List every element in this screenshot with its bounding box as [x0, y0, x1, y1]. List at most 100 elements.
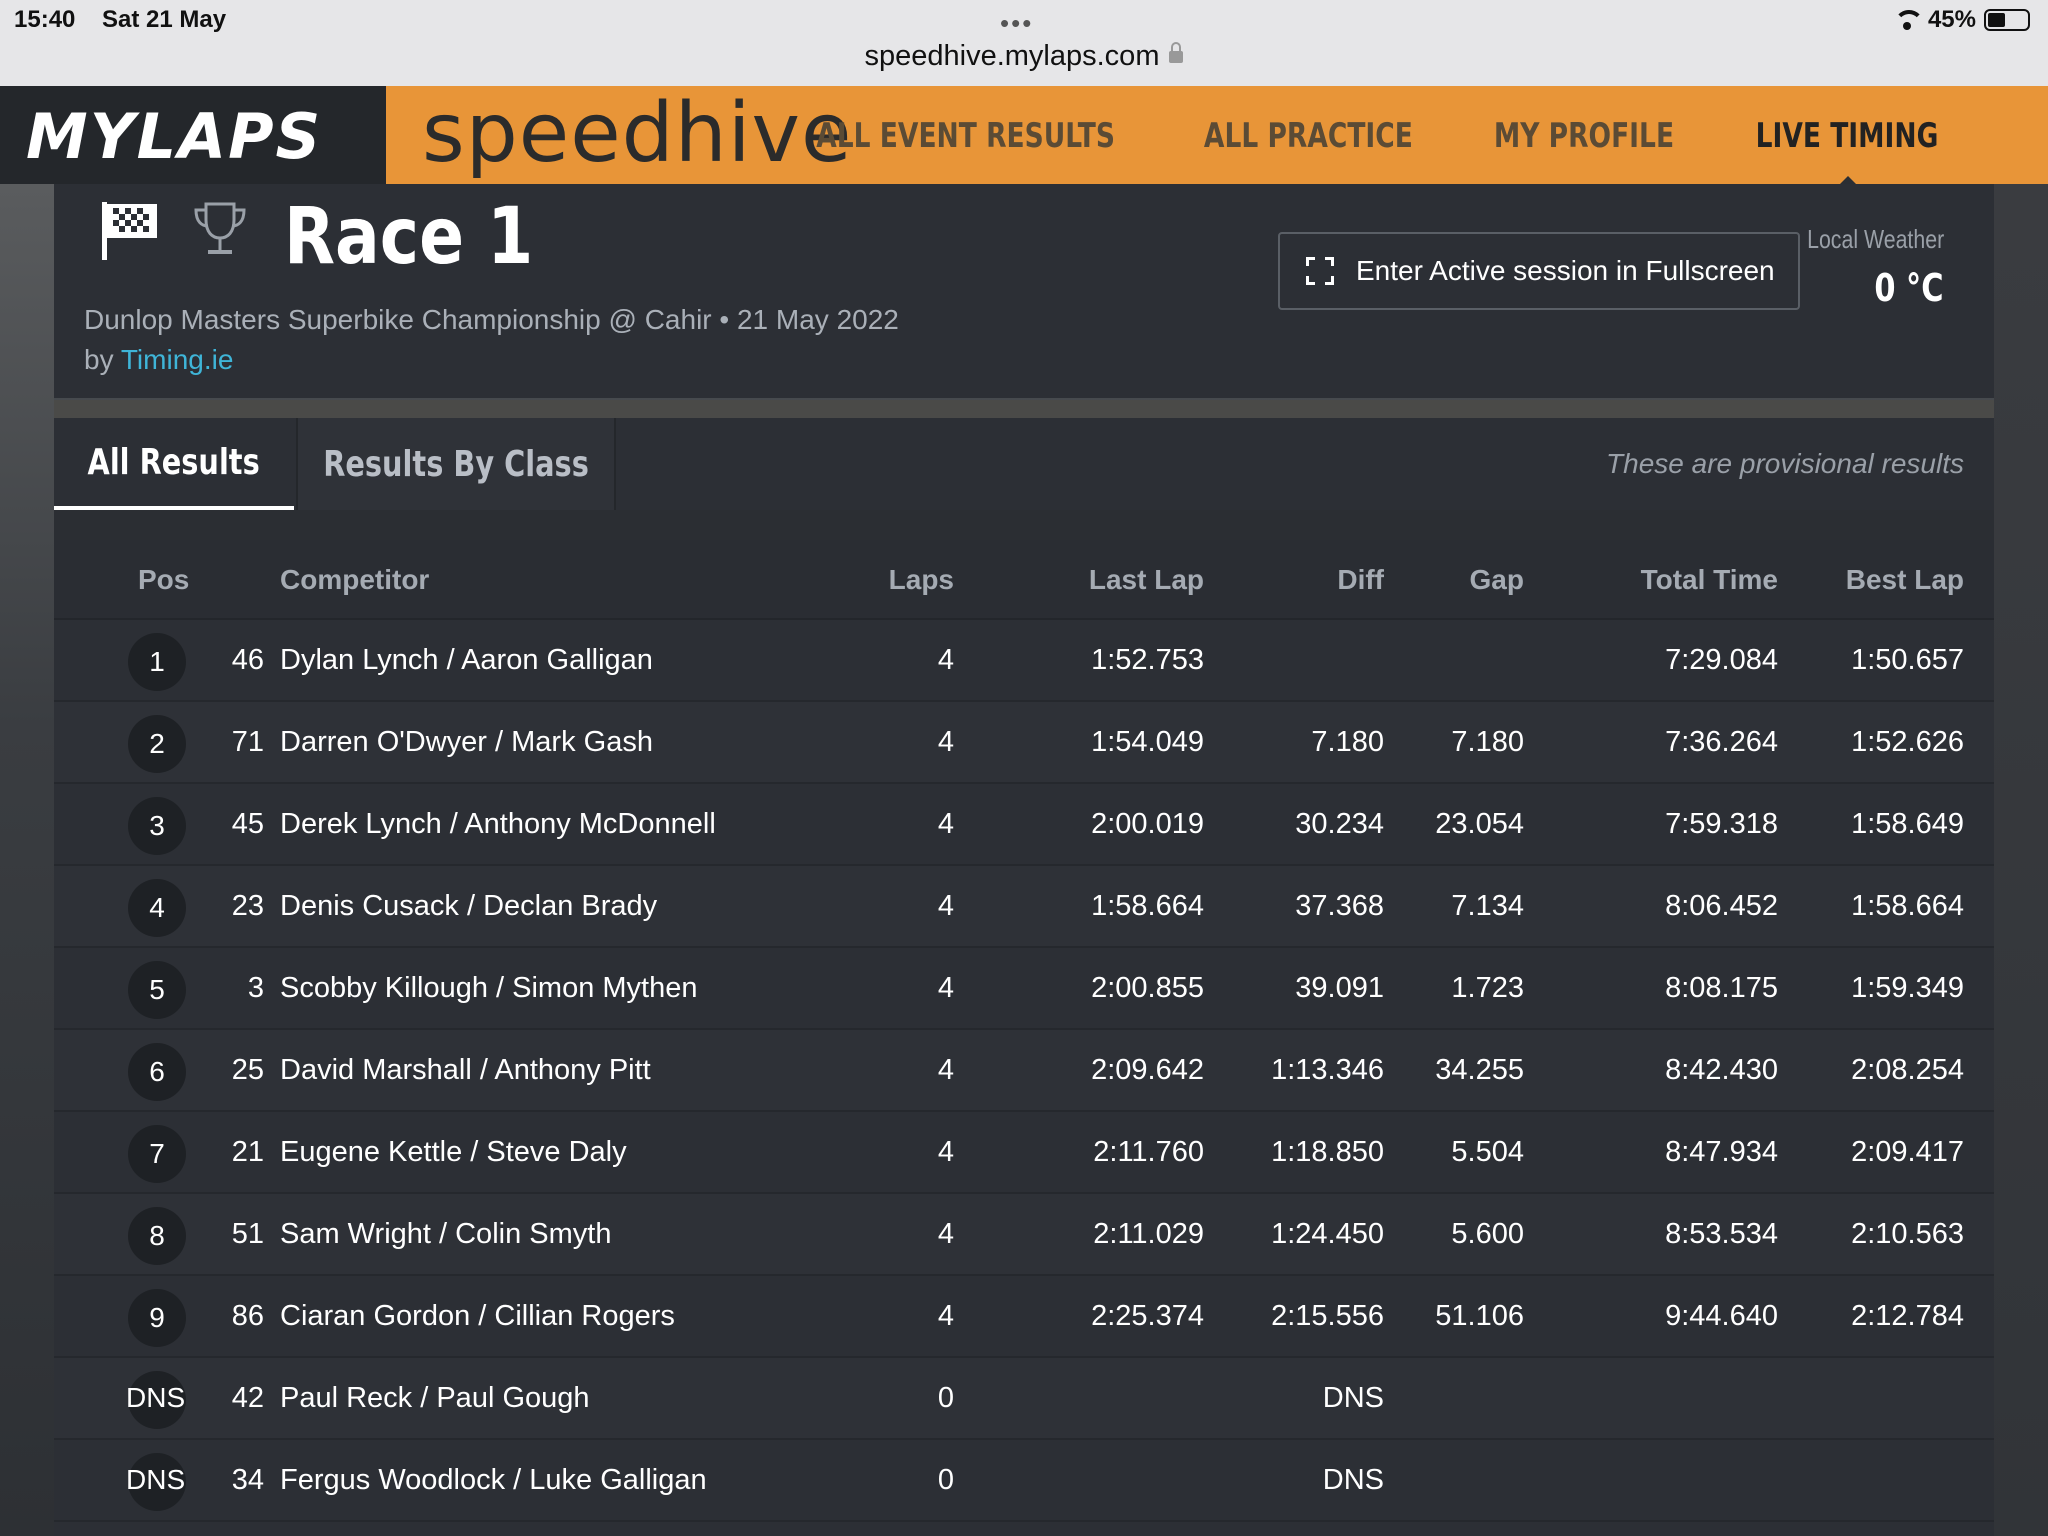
competitor-name[interactable]: Derek Lynch / Anthony McDonnell [280, 784, 840, 864]
table-row[interactable]: 3 45 Derek Lynch / Anthony McDonnell 4 2:00.… [54, 784, 1994, 866]
laps-value: 4 [937, 1136, 954, 1168]
table-row[interactable]: 1 46 Dylan Lynch / Aaron Galligan 4 1:52.753… [54, 620, 1994, 702]
diff-value: 39.091 [1295, 972, 1384, 1004]
table-row[interactable]: 8 51 Sam Wright / Colin Smyth 4 2:11.029 1:24… [54, 1194, 1994, 1276]
position-badge: 1 [128, 633, 186, 691]
column-best-lap[interactable]: Best Lap [1784, 540, 1964, 620]
table-row[interactable]: 6 25 David Marshall / Anthony Pitt 4 2:09.64… [54, 1030, 1994, 1112]
total-time-value: 7:59.318 [1665, 808, 1778, 840]
diff-value: 30.234 [1295, 808, 1384, 840]
provisional-note: These are provisional results [1606, 448, 1964, 479]
nav-all-practice[interactable]: ALL PRACTICE [1204, 116, 1413, 156]
gap-value: 7.180 [1451, 726, 1524, 758]
column-pos[interactable]: Pos [138, 540, 189, 620]
laps-value: 4 [937, 1300, 954, 1332]
total-time-value: 8:47.934 [1665, 1136, 1778, 1168]
column-total-time[interactable]: Total Time [1524, 540, 1778, 620]
column-competitor[interactable]: Competitor [280, 540, 429, 620]
total-time-value [1524, 1440, 1778, 1520]
competitor-number: 46 [231, 644, 264, 676]
battery-percent: 45% [1927, 6, 1976, 33]
organizer-link[interactable]: Timing.ie [121, 344, 234, 375]
laps-value: 0 [937, 1464, 954, 1496]
table-row[interactable]: DNS 34 Fergus Woodlock / Luke Galligan 0 DNS [54, 1440, 1994, 1522]
competitor-number: 45 [231, 808, 264, 840]
best-lap-value: 1:50.657 [1851, 644, 1964, 676]
column-laps[interactable]: Laps [834, 540, 954, 620]
table-row[interactable]: 9 86 Ciaran Gordon / Cillian Rogers 4 2:25.3… [54, 1276, 1994, 1358]
table-row[interactable]: 5 3 Scobby Killough / Simon Mythen 4 2:00.85… [54, 948, 1994, 1030]
competitor-number: 25 [231, 1054, 264, 1086]
competitor-name[interactable]: Fergus Woodlock / Luke Galligan [280, 1440, 840, 1520]
gap-value: 23.054 [1435, 808, 1524, 840]
checkered-flag-icon [102, 202, 157, 260]
column-diff[interactable]: Diff [1204, 540, 1384, 620]
competitor-name[interactable]: Denis Cusack / Declan Brady [280, 866, 840, 946]
competitor-name[interactable]: Sam Wright / Colin Smyth [280, 1194, 840, 1274]
last-lap-value: 2:25.374 [1091, 1300, 1204, 1332]
weather-label: Local Weather [1806, 224, 1944, 254]
last-lap-value: 2:00.855 [1091, 972, 1204, 1004]
best-lap-value: 2:09.417 [1851, 1136, 1964, 1168]
laps-value: 0 [937, 1382, 954, 1414]
tab-all-results-label: All Results [87, 441, 261, 483]
competitor-name[interactable]: Scobby Killough / Simon Mythen [280, 948, 840, 1028]
weather-temperature: 0 °C [1874, 266, 1944, 310]
competitor-name[interactable]: Eugene Kettle / Steve Daly [280, 1112, 840, 1192]
url-text: speedhive.mylaps.com [864, 40, 1160, 72]
diff-value: 1:24.450 [1271, 1218, 1384, 1250]
nav-live-timing[interactable]: LIVE TIMING [1755, 116, 1938, 156]
total-time-value: 8:06.452 [1665, 890, 1778, 922]
competitor-number: 42 [231, 1382, 264, 1414]
best-lap-value [1784, 1440, 1964, 1520]
gap-value: 51.106 [1435, 1300, 1524, 1332]
competitor-name[interactable]: Paul Reck / Paul Gough [280, 1358, 840, 1438]
fullscreen-button[interactable]: Enter Active session in Fullscreen [1278, 232, 1800, 310]
best-lap-value [1784, 1358, 1964, 1438]
position-badge: 3 [128, 797, 186, 855]
competitor-number: 3 [247, 972, 264, 1004]
competitor-name[interactable]: Dylan Lynch / Aaron Galligan [280, 620, 840, 700]
tab-all-results[interactable]: All Results [54, 418, 294, 510]
fullscreen-icon [1306, 257, 1334, 285]
column-last-lap[interactable]: Last Lap [994, 540, 1204, 620]
gap-value: 5.504 [1451, 1136, 1524, 1168]
browser-status-bar: 15:40 Sat 21 May ••• speedhive.mylaps.co… [0, 0, 2048, 86]
competitor-number: 86 [231, 1300, 264, 1332]
table-row[interactable]: 4 23 Denis Cusack / Declan Brady 4 1:58.664 3… [54, 866, 1994, 948]
gap-value: 7.134 [1451, 890, 1524, 922]
diff-value: 7.180 [1311, 726, 1384, 758]
page-title: Race 1 [284, 192, 534, 282]
laps-value: 4 [937, 890, 954, 922]
diff-value: 2:15.556 [1271, 1300, 1384, 1332]
total-time-value: 7:36.264 [1665, 726, 1778, 758]
active-nav-caret-icon [1840, 176, 1856, 184]
lock-icon [1169, 42, 1184, 63]
nav-my-profile[interactable]: MY PROFILE [1493, 116, 1673, 156]
competitor-name[interactable]: David Marshall / Anthony Pitt [280, 1030, 840, 1110]
table-row[interactable]: DNS 42 Paul Reck / Paul Gough 0 DNS [54, 1358, 1994, 1440]
last-lap-value: 1:58.664 [1091, 890, 1204, 922]
laps-value: 4 [937, 1218, 954, 1250]
nav-all-event-results[interactable]: ALL EVENT RESULTS [816, 116, 1115, 156]
background-right [1994, 184, 2048, 1536]
table-row[interactable]: 7 21 Eugene Kettle / Steve Daly 4 2:11.760 1:… [54, 1112, 1994, 1194]
column-gap[interactable]: Gap [1384, 540, 1524, 620]
more-dots-icon[interactable]: ••• [1000, 8, 1033, 39]
total-time-value: 8:53.534 [1665, 1218, 1778, 1250]
gap-value [1384, 1358, 1524, 1438]
address-bar[interactable]: speedhive.mylaps.com [0, 40, 2048, 73]
total-time-value: 9:44.640 [1665, 1300, 1778, 1332]
diff-value: 1:18.850 [1271, 1136, 1384, 1168]
gap-value [1384, 620, 1524, 700]
mylaps-logo-block[interactable]: MYLAPS [0, 86, 386, 184]
competitor-name[interactable]: Darren O'Dwyer / Mark Gash [280, 702, 840, 782]
table-row[interactable]: 2 71 Darren O'Dwyer / Mark Gash 4 1:54.049 7.… [54, 702, 1994, 784]
best-lap-value: 2:08.254 [1851, 1054, 1964, 1086]
event-header: Race 1 Dunlop Masters Superbike Champion… [54, 184, 1994, 398]
results-table: Pos Competitor Laps Last Lap Diff Gap To… [54, 540, 1994, 1536]
diff-value: DNS [1322, 1382, 1384, 1414]
tab-results-by-class[interactable]: Results By Class [296, 418, 616, 510]
competitor-name[interactable]: Ciaran Gordon / Cillian Rogers [280, 1276, 840, 1356]
date: Sat 21 May [102, 6, 227, 33]
